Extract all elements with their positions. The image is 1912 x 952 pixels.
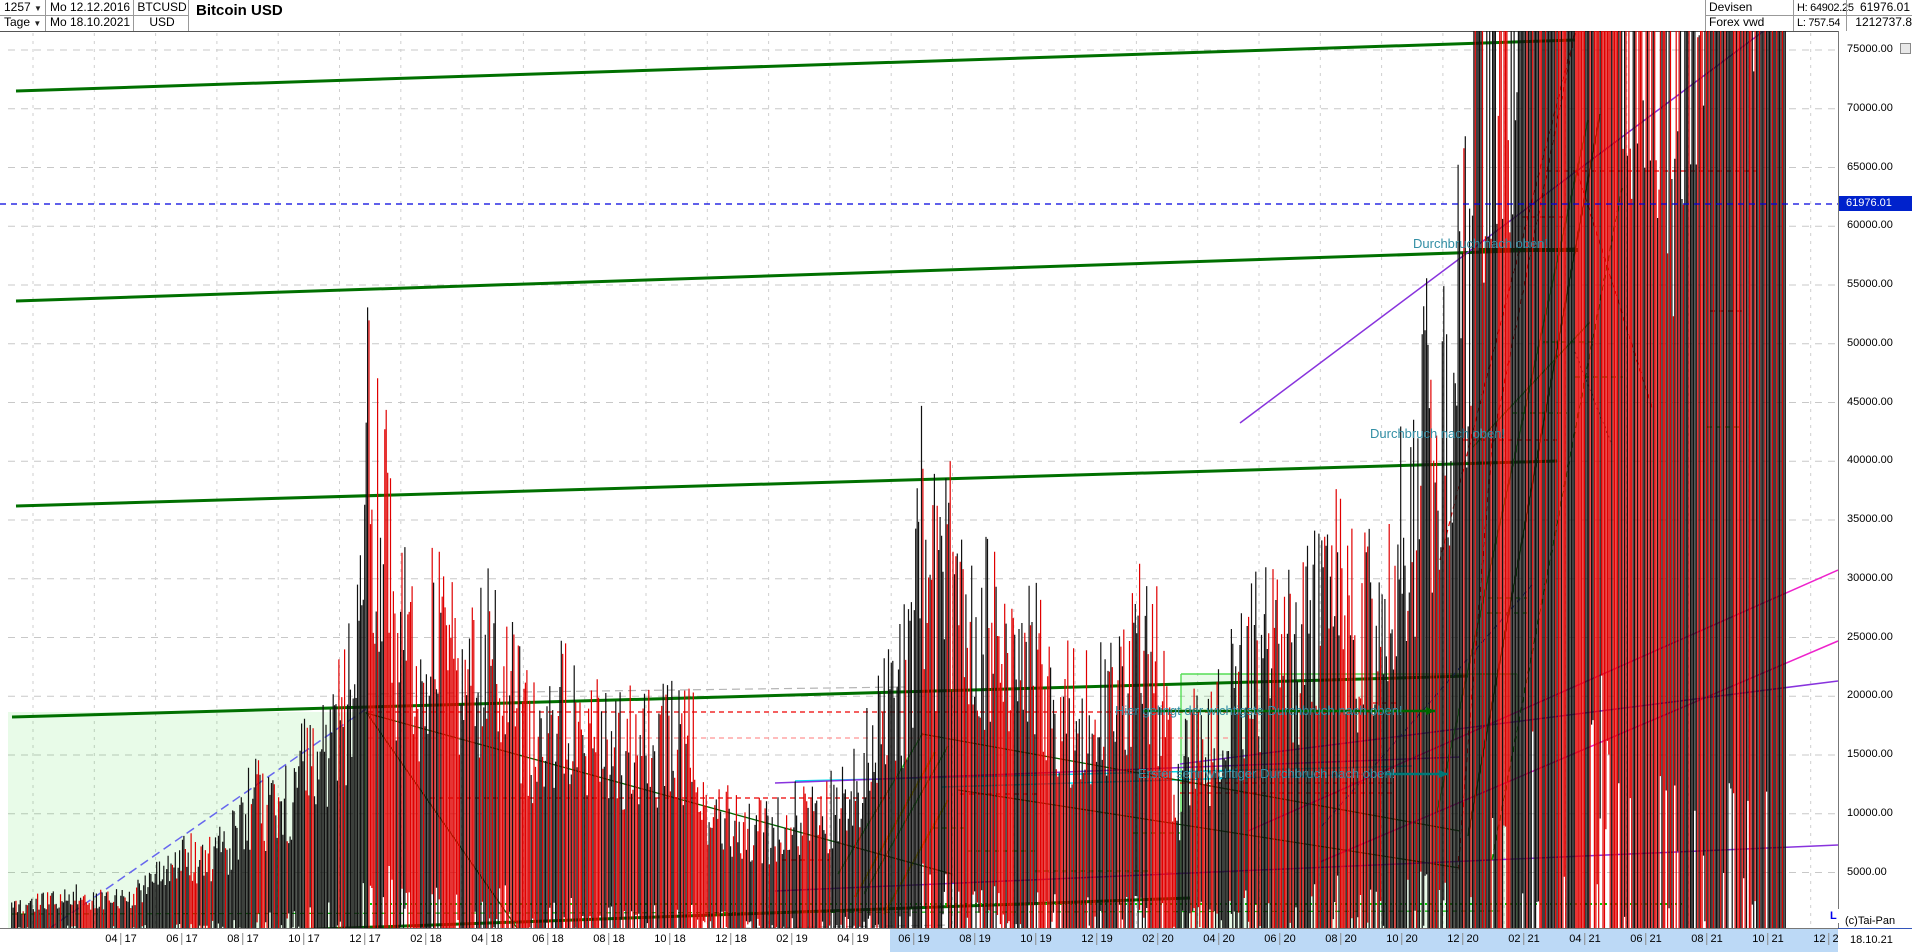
y-axis-label: 60000.00 bbox=[1847, 219, 1893, 232]
page-title: Bitcoin USD bbox=[196, 2, 283, 19]
period-select[interactable]: Tage ▼ bbox=[4, 15, 41, 31]
y-axis-label: 40000.00 bbox=[1847, 454, 1893, 467]
y-axis-label: 15000.00 bbox=[1847, 748, 1893, 760]
y-axis-label: 75000.00 bbox=[1847, 43, 1893, 55]
x-axis-label: 06 20 bbox=[1264, 933, 1296, 945]
y-axis-label: 35000.00 bbox=[1847, 513, 1893, 525]
x-axis-label: 08 19 bbox=[959, 933, 991, 945]
period-value: Tage bbox=[4, 15, 31, 29]
y-axis-label: 50000.00 bbox=[1847, 336, 1893, 349]
x-axis-label: 12 18 bbox=[715, 933, 747, 945]
x-axis-label: 04 21 bbox=[1569, 933, 1601, 945]
date-start: Mo 12.12.2016 bbox=[50, 0, 131, 14]
y-axis[interactable]: 61976.01 75000.00 70000.00 65000.00 60000.0… bbox=[1838, 31, 1912, 928]
y-axis-label: 70000.00 bbox=[1847, 101, 1893, 114]
annotation-breakout-2021: Durchbruch nach oben! bbox=[1413, 236, 1549, 251]
x-axis-label: 12 20 bbox=[1447, 933, 1479, 945]
x-axis[interactable]: 04 17 06 17 08 17 10 17 12 17 02 18 04 18 06 18 08 18 10 18… bbox=[0, 928, 1838, 952]
y-axis-label: 65000.00 bbox=[1847, 160, 1893, 173]
y-axis-label: 30000.00 bbox=[1847, 571, 1893, 584]
x-axis-label: 04 20 bbox=[1203, 933, 1235, 945]
y-axis-label: 5000.00 bbox=[1847, 865, 1887, 878]
x-axis-label: 08 20 bbox=[1325, 933, 1357, 945]
chart-header: 1257 ▼ Tage ▼ Mo 12.12.2016 Mo 18.10.202… bbox=[0, 0, 1912, 32]
header-row-divider bbox=[0, 15, 188, 16]
symbol-currency: USD bbox=[149, 15, 175, 29]
quote-last: 61976.01 bbox=[1859, 0, 1910, 14]
y-axis-label: 55000.00 bbox=[1847, 278, 1893, 290]
x-axis-label: 04 17 bbox=[105, 933, 137, 945]
annotation-breakout-2021-may: Durchbruch nach oben! bbox=[1370, 426, 1506, 441]
x-axis-label: 02 19 bbox=[776, 933, 808, 945]
x-axis-label: 06 19 bbox=[898, 933, 930, 945]
bars-count-select[interactable]: 1257 ▼ bbox=[4, 0, 42, 16]
y-axis-label: 45000.00 bbox=[1847, 395, 1893, 408]
x-axis-label: 04 19 bbox=[837, 933, 869, 945]
x-axis-label: 08 21 bbox=[1691, 933, 1723, 945]
current-price-tag: 61976.01 bbox=[1839, 196, 1912, 211]
quote-market: Devisen bbox=[1709, 0, 1753, 14]
date-end: Mo 18.10.2021 bbox=[50, 15, 131, 29]
annotation-most-important-breakout: Hier gelingt der wichtigste Durchbruch n… bbox=[1115, 703, 1403, 718]
x-axis-label: 02 21 bbox=[1508, 933, 1540, 945]
x-axis-label: 06 18 bbox=[532, 933, 564, 945]
taipan-chart-window: 1257 ▼ Tage ▼ Mo 12.12.2016 Mo 18.10.202… bbox=[0, 0, 1912, 952]
chevron-down-icon: ▼ bbox=[34, 4, 42, 13]
x-axis-label: 12 19 bbox=[1081, 933, 1113, 945]
last-marker: L bbox=[1827, 909, 1840, 923]
annotation-first-important-breakout: Erster sehr wichtiger Durchbruch nach ob… bbox=[1138, 766, 1396, 781]
bars-count-value: 1257 bbox=[4, 0, 31, 14]
x-axis-label: 10 17 bbox=[288, 933, 320, 945]
header-divider bbox=[188, 0, 189, 31]
x-axis-label: 06 17 bbox=[166, 933, 198, 945]
quote-low: L: 757.54 bbox=[1797, 17, 1841, 29]
x-axis-label: 10 21 bbox=[1752, 933, 1784, 945]
x-axis-label: 02 18 bbox=[410, 933, 442, 945]
last-date-cell: L 18.10.21 bbox=[1827, 909, 1912, 952]
quote-volume: 1212737.8 bbox=[1855, 15, 1912, 29]
symbol-code: BTCUSD bbox=[137, 0, 187, 14]
x-axis-label: 08 18 bbox=[593, 933, 625, 945]
y-axis-label: 25000.00 bbox=[1847, 630, 1893, 643]
x-axis-label: 02 20 bbox=[1142, 933, 1174, 945]
header-row-divider bbox=[1705, 15, 1912, 16]
price-chart[interactable]: Durchbruch nach oben! Durchbruch nach ob… bbox=[0, 31, 1838, 952]
x-axis-label: 04 18 bbox=[471, 933, 503, 945]
axis-resize-icon[interactable] bbox=[1900, 43, 1911, 54]
x-axis-label: 10 19 bbox=[1020, 933, 1052, 945]
x-axis-label: 12 17 bbox=[349, 933, 381, 945]
x-axis-label: 08 17 bbox=[227, 933, 259, 945]
last-date: 18.10.21 bbox=[1850, 934, 1893, 946]
x-axis-label: 1221 bbox=[1813, 933, 1838, 945]
y-axis-label: 20000.00 bbox=[1847, 689, 1893, 702]
x-axis-label: 10 20 bbox=[1386, 933, 1418, 945]
chevron-down-icon: ▼ bbox=[33, 19, 42, 28]
x-axis-label: 10 18 bbox=[654, 933, 686, 945]
x-axis-label: 06 21 bbox=[1630, 933, 1662, 945]
quote-feed: Forex vwd bbox=[1709, 15, 1765, 29]
y-axis-label: 10000.00 bbox=[1847, 806, 1893, 819]
copyright-label: (c)Tai-Pan bbox=[1845, 915, 1896, 927]
